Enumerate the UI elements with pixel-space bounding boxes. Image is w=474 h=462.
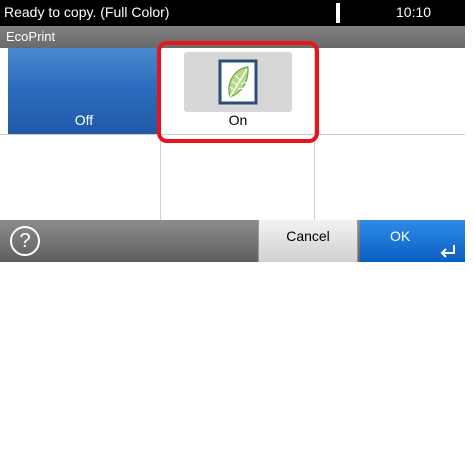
leaf-document-icon: [218, 59, 258, 105]
options-grid: Off On: [0, 48, 465, 220]
on-label: On: [228, 112, 248, 128]
cancel-label: Cancel: [286, 228, 330, 244]
side-code: 300015_00: [466, 200, 474, 262]
off-label: Off: [74, 112, 94, 128]
status-bar: Ready to copy. (Full Color) 10:10: [0, 0, 465, 26]
status-divider: [336, 3, 340, 23]
help-icon: ?: [19, 230, 31, 252]
status-message: Ready to copy. (Full Color): [4, 4, 170, 20]
status-time: 10:10: [396, 4, 432, 20]
grid-divider: [0, 134, 465, 135]
page-title: EcoPrint: [6, 29, 56, 44]
bottom-bar: ? Cancel OK: [0, 220, 465, 262]
enter-icon: [440, 245, 455, 258]
ok-label: OK: [390, 228, 411, 244]
ok-button[interactable]: OK: [360, 220, 465, 262]
on-icon-tile: [184, 52, 292, 112]
panel-screen: Ready to copy. (Full Color) 10:10 EcoPri…: [0, 0, 465, 262]
cancel-button[interactable]: Cancel: [258, 220, 358, 262]
off-button[interactable]: Off: [8, 48, 160, 134]
help-button[interactable]: ?: [10, 226, 40, 256]
title-bar: EcoPrint: [0, 26, 465, 48]
on-button[interactable]: On: [162, 48, 314, 134]
